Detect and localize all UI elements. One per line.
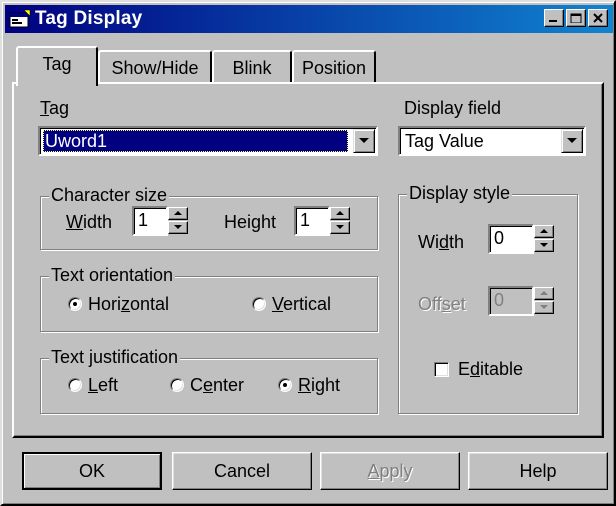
display-width-spin-up[interactable] xyxy=(534,225,554,238)
tab-tag[interactable]: Tag xyxy=(16,46,98,86)
display-field-label: Display field xyxy=(404,98,502,118)
left-label: Left xyxy=(88,375,119,395)
offset-spin-down[interactable] xyxy=(534,301,554,314)
help-button[interactable]: Help xyxy=(468,452,608,490)
tag-select-value: Uword1 xyxy=(43,130,348,152)
offset-input[interactable]: 0 xyxy=(488,286,534,316)
char-width-spin-down[interactable] xyxy=(168,221,188,234)
chevron-down-icon xyxy=(359,138,369,143)
title-bar[interactable]: Tag Display xyxy=(5,5,613,33)
right-label: Right xyxy=(298,375,341,395)
center-radio[interactable] xyxy=(170,378,184,392)
arrow-down-icon xyxy=(540,305,548,309)
char-height-spin-down[interactable] xyxy=(330,221,350,234)
chevron-down-icon xyxy=(567,138,577,143)
apply-button[interactable]: Apply xyxy=(320,452,460,490)
arrow-down-icon xyxy=(540,243,548,247)
tab-show-hide[interactable]: Show/Hide xyxy=(98,50,212,84)
vertical-label: Vertical xyxy=(272,294,332,314)
text-orientation-legend: Text orientation xyxy=(49,265,176,286)
arrow-up-icon xyxy=(336,211,344,215)
arrow-down-icon xyxy=(174,225,182,229)
display-field-select[interactable]: Tag Value xyxy=(398,126,586,156)
arrow-up-icon xyxy=(540,291,548,295)
char-height-input[interactable]: 1 xyxy=(294,206,330,236)
tag-display-dialog: Tag Display Tag Show/Hide Blink Position… xyxy=(0,0,616,506)
tab-label: Tag xyxy=(42,54,72,74)
character-size-legend: Character size xyxy=(49,185,170,206)
char-width-label: Width xyxy=(66,212,113,232)
text-justification-legend: Text justification xyxy=(49,347,181,368)
vertical-radio[interactable] xyxy=(252,297,266,311)
arrow-up-icon xyxy=(540,229,548,233)
arrow-up-icon xyxy=(174,211,182,215)
tag-dropdown-button[interactable] xyxy=(353,129,375,153)
display-width-input[interactable]: 0 xyxy=(488,224,534,254)
horizontal-radio[interactable] xyxy=(68,297,82,311)
editable-checkbox[interactable] xyxy=(434,362,449,377)
tab-label: Show/Hide xyxy=(111,58,199,78)
display-field-value: Tag Value xyxy=(405,131,484,151)
close-button[interactable] xyxy=(588,9,608,27)
char-height-label: Height xyxy=(224,212,277,232)
tab-position[interactable]: Position xyxy=(292,50,376,84)
left-radio[interactable] xyxy=(68,378,82,392)
window-title: Tag Display xyxy=(35,8,143,29)
tag-label: Tag xyxy=(40,98,70,118)
ok-button[interactable]: OK xyxy=(22,452,162,490)
maximize-button[interactable] xyxy=(566,9,586,27)
right-radio[interactable] xyxy=(278,378,292,392)
char-width-input[interactable]: 1 xyxy=(132,206,168,236)
display-width-label: Width xyxy=(418,232,465,252)
editable-label: Editable xyxy=(458,359,524,379)
tag-select[interactable]: Uword1 xyxy=(38,126,378,156)
char-height-spin-up[interactable] xyxy=(330,207,350,220)
tab-label: Position xyxy=(301,58,367,78)
display-field-dropdown-button[interactable] xyxy=(561,129,583,153)
arrow-down-icon xyxy=(336,225,344,229)
close-icon xyxy=(593,13,603,23)
horizontal-label: Horizontal xyxy=(88,294,170,314)
tab-label: Blink xyxy=(232,58,272,78)
center-label: Center xyxy=(190,375,245,395)
tab-blink[interactable]: Blink xyxy=(212,50,292,84)
offset-spin-up[interactable] xyxy=(534,287,554,300)
char-width-spin-up[interactable] xyxy=(168,207,188,220)
minimize-button[interactable] xyxy=(544,9,564,27)
display-style-legend: Display style xyxy=(407,183,513,204)
maximize-icon xyxy=(570,13,582,23)
offset-label: Offset xyxy=(418,294,466,314)
cancel-button[interactable]: Cancel xyxy=(172,452,312,490)
app-window-icon xyxy=(9,10,31,28)
display-width-spin-down[interactable] xyxy=(534,239,554,252)
minimize-icon xyxy=(549,20,557,22)
